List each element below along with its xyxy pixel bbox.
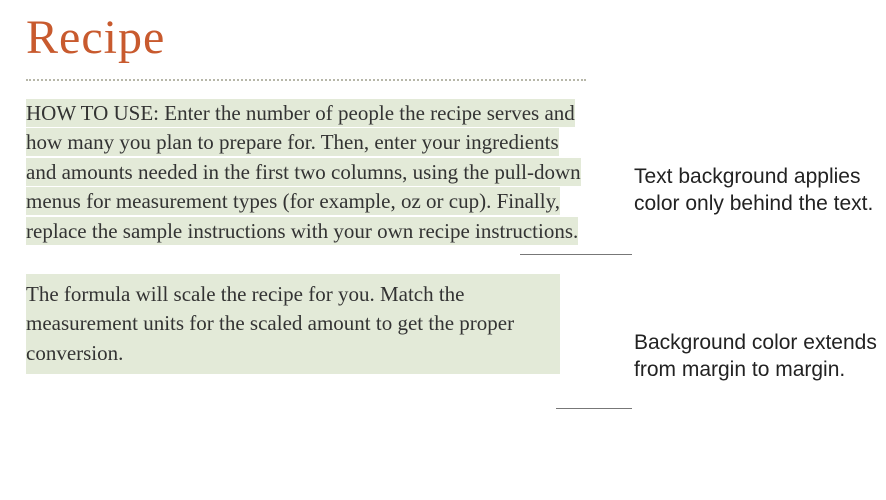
highlighted-text: HOW TO USE: Enter the number of people t…: [26, 99, 581, 245]
title-divider: [26, 79, 586, 81]
paragraph-block-background: The formula will scale the recipe for yo…: [26, 274, 560, 374]
document-sample: Recipe HOW TO USE: Enter the number of p…: [26, 10, 586, 374]
callout-block-background: Background color extends from margin to …: [634, 330, 886, 384]
callout-leader-line: [556, 408, 632, 409]
paragraph-text-background: HOW TO USE: Enter the number of people t…: [26, 99, 586, 246]
page-title: Recipe: [26, 10, 586, 65]
callout-leader-line: [520, 254, 632, 255]
callout-text-background: Text background applies color only behin…: [634, 164, 886, 218]
paragraph-text: The formula will scale the recipe for yo…: [26, 280, 560, 368]
callouts-area: Text background applies color only behin…: [586, 10, 886, 374]
